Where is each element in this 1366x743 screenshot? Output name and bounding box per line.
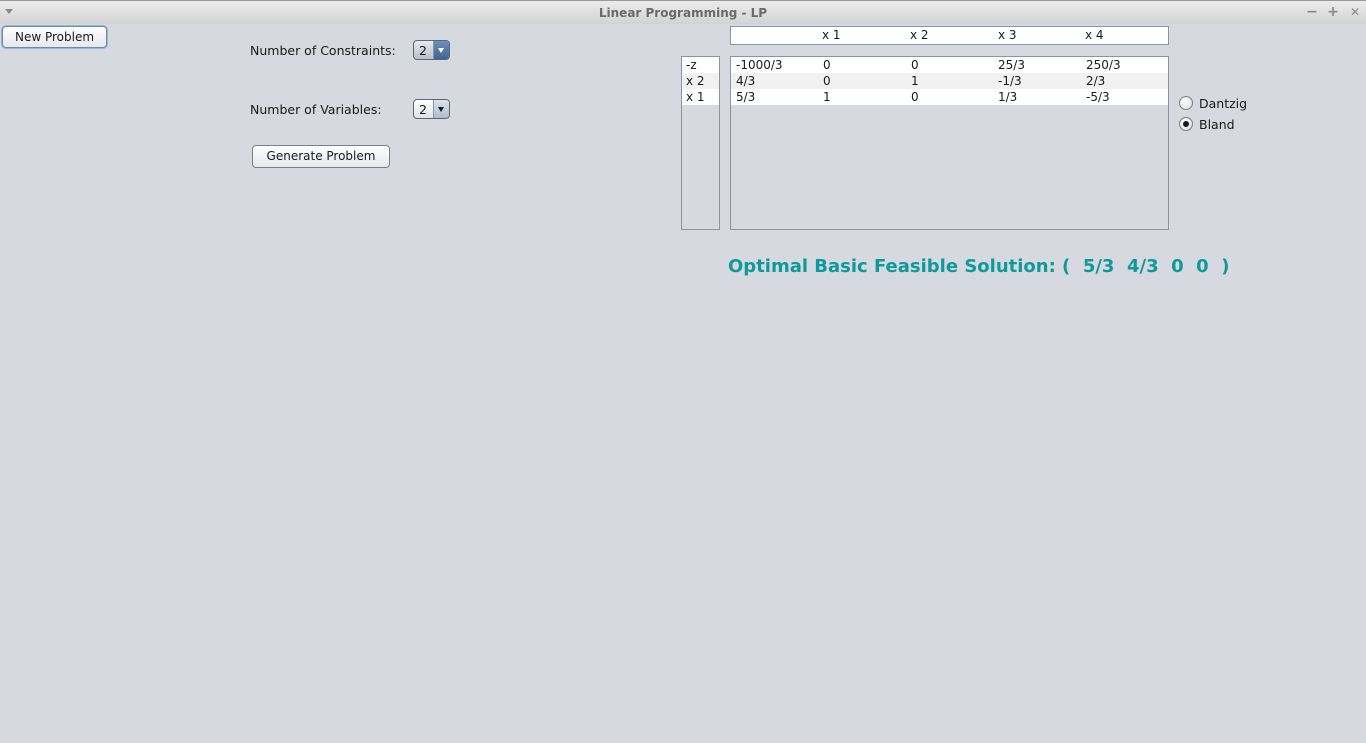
generate-problem-button[interactable]: Generate Problem xyxy=(252,145,390,168)
table-cell: 250/3 xyxy=(1086,58,1121,72)
constraints-label: Number of Constraints: xyxy=(250,43,396,58)
table-cell: 1 xyxy=(911,74,919,88)
row-label: -z xyxy=(686,58,697,72)
table-cell: 0 xyxy=(823,74,831,88)
table-row[interactable]: 5/3 1 0 1/3 -5/3 xyxy=(731,89,1168,105)
variables-label: Number of Variables: xyxy=(250,102,382,117)
new-problem-button[interactable]: New Problem xyxy=(2,26,107,48)
row-label-row[interactable]: x 1 xyxy=(682,89,719,105)
tableau-body: -1000/3 0 0 25/3 250/3 4/3 0 1 -1/3 2/3 … xyxy=(730,56,1169,230)
tableau-column-header: x 1 x 2 x 3 x 4 xyxy=(730,26,1169,45)
window-title: Linear Programming - LP xyxy=(598,6,768,20)
tableau-row-labels: -z x 2 x 1 xyxy=(681,56,720,230)
table-cell: 1/3 xyxy=(998,90,1018,104)
variables-select[interactable]: 2 xyxy=(413,99,450,119)
dantzig-label[interactable]: Dantzig xyxy=(1199,96,1247,111)
minimize-icon[interactable]: − xyxy=(1304,4,1320,20)
row-label: x 1 xyxy=(686,90,705,104)
bland-radio[interactable] xyxy=(1179,117,1193,131)
constraints-value: 2 xyxy=(419,43,427,58)
constraints-select[interactable]: 2 xyxy=(413,40,450,60)
column-header: x 1 xyxy=(822,28,841,42)
row-label-row[interactable]: x 2 xyxy=(682,73,719,89)
column-header: x 3 xyxy=(998,28,1017,42)
table-cell: 25/3 xyxy=(998,58,1025,72)
row-label-row[interactable]: -z xyxy=(682,57,719,73)
table-cell: 0 xyxy=(823,58,831,72)
table-cell: -5/3 xyxy=(1086,90,1110,104)
table-cell: 4/3 xyxy=(736,74,756,88)
chevron-down-icon xyxy=(433,100,449,118)
row-label: x 2 xyxy=(686,74,705,88)
table-cell: 1 xyxy=(823,90,831,104)
table-cell: 0 xyxy=(911,58,919,72)
table-cell: 0 xyxy=(911,90,919,104)
table-cell: -1000/3 xyxy=(736,58,783,72)
column-header: x 2 xyxy=(910,28,929,42)
dantzig-radio[interactable] xyxy=(1179,96,1193,110)
table-row[interactable]: -1000/3 0 0 25/3 250/3 xyxy=(731,57,1168,73)
chevron-down-icon xyxy=(433,41,449,59)
column-header: x 4 xyxy=(1085,28,1104,42)
table-cell: 5/3 xyxy=(736,90,756,104)
optimal-solution-text: Optimal Basic Feasible Solution: ( 5/3 4… xyxy=(728,256,1230,277)
title-bar: Linear Programming - LP − + ✕ xyxy=(0,0,1366,24)
maximize-icon[interactable]: + xyxy=(1325,4,1341,20)
table-row[interactable]: 4/3 0 1 -1/3 2/3 xyxy=(731,73,1168,89)
close-icon[interactable]: ✕ xyxy=(1347,4,1363,20)
table-cell: -1/3 xyxy=(998,74,1022,88)
bland-label[interactable]: Bland xyxy=(1199,117,1235,132)
table-cell: 2/3 xyxy=(1086,74,1106,88)
variables-value: 2 xyxy=(419,102,427,117)
